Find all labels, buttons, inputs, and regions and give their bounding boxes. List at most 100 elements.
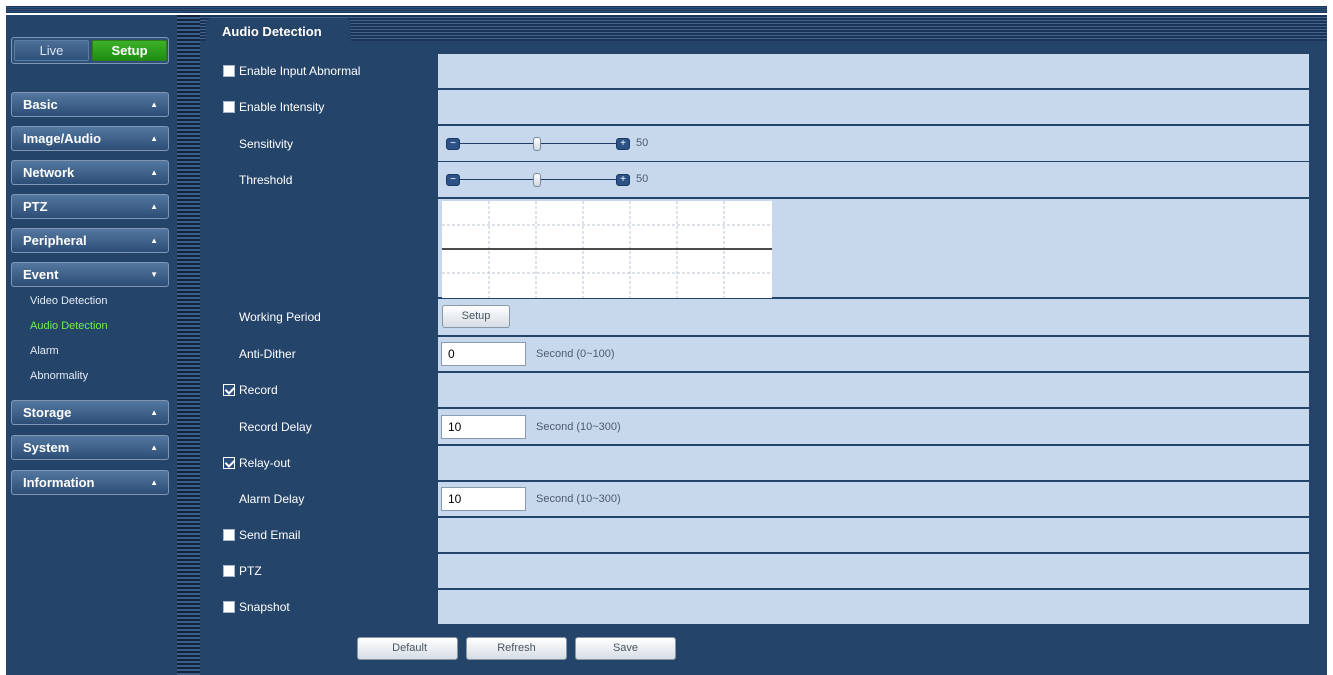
anti-dither-unit: Second (0~100) — [536, 348, 615, 360]
slider-thumb[interactable] — [533, 136, 541, 151]
value-cell — [438, 54, 1309, 88]
record-delay-input[interactable] — [441, 414, 526, 439]
tab-audio-detection[interactable]: Audio Detection — [206, 18, 351, 44]
value-cell: Setup — [438, 299, 1309, 335]
menu-peripheral[interactable]: Peripheral ▲ — [11, 228, 169, 253]
threshold-value: 50 — [636, 172, 649, 185]
menu-label: Network — [23, 165, 75, 180]
working-period-label: Working Period — [239, 310, 321, 324]
refresh-button[interactable]: Refresh — [466, 637, 567, 660]
save-button[interactable]: Save — [575, 637, 676, 660]
working-period-setup-button[interactable]: Setup — [442, 305, 510, 328]
alarm-delay-unit: Second (10~300) — [536, 493, 621, 505]
sensitivity-slider[interactable]: − + 50 — [446, 136, 656, 152]
chevron-up-icon: ▲ — [150, 202, 158, 211]
value-cell: − + 50 — [438, 126, 1309, 161]
tab-label: Audio Detection — [222, 24, 322, 39]
row-sensitivity: Sensitivity − + 50 — [219, 126, 1309, 161]
sensitivity-label: Sensitivity — [239, 136, 294, 151]
plus-icon[interactable]: + — [616, 173, 630, 186]
chevron-up-icon: ▲ — [150, 478, 158, 487]
row-record-delay: Record Delay Second (10~300) — [219, 409, 1309, 444]
row-ptz: PTZ — [219, 554, 1309, 588]
menu-basic[interactable]: Basic ▲ — [11, 92, 169, 117]
chevron-up-icon: ▲ — [150, 408, 158, 417]
menu-label: Information — [23, 475, 95, 490]
menu-label: Event — [23, 267, 59, 282]
value-cell — [438, 518, 1309, 552]
threshold-label: Threshold — [239, 172, 293, 187]
live-button[interactable]: Live — [14, 40, 89, 61]
ptz-label: PTZ — [239, 564, 262, 578]
relay-out-checkbox[interactable] — [223, 457, 235, 469]
row-working-period: Working Period Setup — [219, 299, 1309, 335]
minus-icon[interactable]: − — [446, 137, 460, 150]
row-audio-graph — [219, 199, 1309, 298]
value-cell — [438, 90, 1309, 124]
value-cell: Second (0~100) — [438, 337, 1309, 371]
sensitivity-value: 50 — [636, 136, 649, 149]
row-threshold: Threshold − + 50 — [219, 162, 1309, 197]
threshold-slider[interactable]: − + 50 — [446, 172, 656, 188]
menu-label: PTZ — [23, 199, 48, 214]
menu-information[interactable]: Information ▲ — [11, 470, 169, 495]
snapshot-checkbox[interactable] — [223, 601, 235, 613]
row-snapshot: Snapshot — [219, 590, 1309, 624]
sub-item-video-detection[interactable]: Video Detection — [30, 295, 107, 307]
record-checkbox[interactable] — [223, 384, 235, 396]
row-enable-input-abnormal: Enable Input Abnormal — [219, 54, 1309, 88]
send-email-checkbox[interactable] — [223, 529, 235, 541]
menu-network[interactable]: Network ▲ — [11, 160, 169, 185]
value-cell: Second (10~300) — [438, 409, 1309, 444]
menu-label: Basic — [23, 97, 58, 112]
snapshot-label: Snapshot — [239, 600, 290, 614]
audio-level-graph — [442, 201, 772, 298]
chevron-up-icon: ▲ — [150, 236, 158, 245]
plus-icon[interactable]: + — [616, 137, 630, 150]
sidebar-divider — [177, 15, 200, 675]
menu-label: Peripheral — [23, 233, 87, 248]
enable-intensity-label: Enable Intensity — [239, 100, 325, 114]
menu-system[interactable]: System ▲ — [11, 435, 169, 460]
minus-icon[interactable]: − — [446, 173, 460, 186]
value-cell: − + 50 — [438, 162, 1309, 197]
enable-input-abnormal-checkbox[interactable] — [223, 65, 235, 77]
row-enable-intensity: Enable Intensity — [219, 90, 1309, 124]
record-delay-unit: Second (10~300) — [536, 420, 621, 433]
enable-intensity-checkbox[interactable] — [223, 101, 235, 113]
value-cell: Second (10~300) — [438, 482, 1309, 516]
send-email-label: Send Email — [239, 528, 301, 542]
record-delay-label: Record Delay — [239, 419, 312, 434]
menu-event[interactable]: Event ▼ — [11, 262, 169, 287]
top-banner — [0, 0, 1333, 15]
chevron-down-icon: ▼ — [150, 270, 158, 279]
menu-label: Image/Audio — [23, 131, 102, 146]
setup-button[interactable]: Setup — [92, 40, 167, 61]
ptz-checkbox[interactable] — [223, 565, 235, 577]
chevron-up-icon: ▲ — [150, 443, 158, 452]
alarm-delay-label: Alarm Delay — [239, 492, 305, 506]
menu-label: System — [23, 440, 70, 455]
menu-storage[interactable]: Storage ▲ — [11, 400, 169, 425]
row-relay-out: Relay-out — [219, 446, 1309, 480]
row-send-email: Send Email — [219, 518, 1309, 552]
relay-out-label: Relay-out — [239, 456, 291, 470]
slider-thumb[interactable] — [533, 172, 541, 187]
sub-item-audio-detection[interactable]: Audio Detection — [30, 320, 108, 332]
top-stripe — [6, 6, 1327, 13]
anti-dither-input[interactable] — [441, 342, 526, 366]
value-cell — [438, 373, 1309, 407]
sub-item-abnormality[interactable]: Abnormality — [30, 370, 88, 382]
record-label: Record — [239, 383, 278, 397]
menu-ptz[interactable]: PTZ ▲ — [11, 194, 169, 219]
anti-dither-label: Anti-Dither — [239, 347, 296, 361]
menu-image-audio[interactable]: Image/Audio ▲ — [11, 126, 169, 151]
default-button[interactable]: Default — [357, 637, 458, 660]
alarm-delay-input[interactable] — [441, 487, 526, 511]
sub-item-alarm[interactable]: Alarm — [30, 345, 59, 357]
mode-switch: Live Setup — [11, 37, 169, 64]
value-cell — [438, 446, 1309, 480]
menu-label: Storage — [23, 405, 72, 420]
sidebar: Live Setup Basic ▲ Image/Audio ▲ Network… — [6, 15, 177, 675]
value-cell — [438, 554, 1309, 588]
